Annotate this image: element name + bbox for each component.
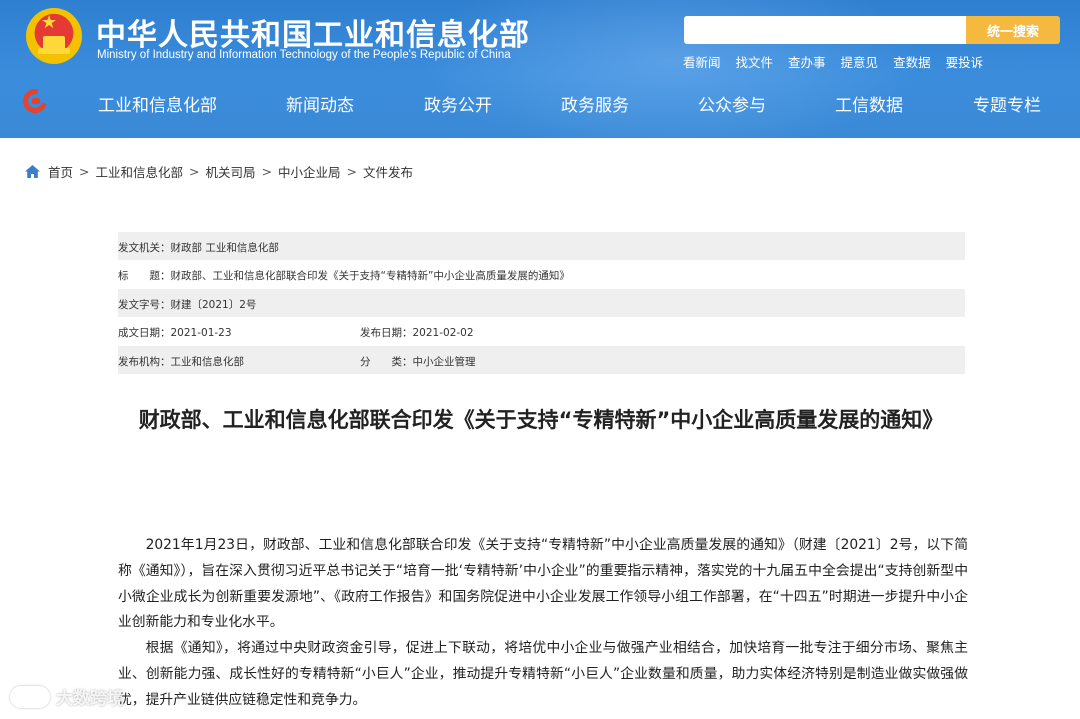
quick-link-data[interactable]: 查数据	[893, 52, 931, 71]
miit-logo-dot	[32, 98, 40, 104]
watermark-text: 大数跨境	[56, 689, 124, 709]
meta-date-published: 发布日期：2021-02-02	[360, 327, 474, 340]
breadcrumb: 首页 > 工业和信息化部 > 机关司局 > 中小企业局 > 文件发布	[25, 162, 413, 181]
meta-row-dates: 成文日期：2021-01-23 发布日期：2021-02-02	[118, 317, 965, 345]
article-title: 财政部、工业和信息化部联合印发《关于支持“专精特新”中小企业高质量发展的通知》	[138, 408, 944, 432]
breadcrumb-sme-bureau[interactable]: 中小企业局	[278, 162, 341, 181]
quick-links: 看新闻 找文件 查办事 提意见 查数据 要投诉	[683, 52, 983, 71]
nav-item-data[interactable]: 工信数据	[835, 91, 903, 116]
search-button[interactable]: 统一搜索	[966, 16, 1060, 44]
breadcrumb-documents[interactable]: 文件发布	[363, 162, 413, 181]
article-paragraph: 2021年1月23日，财政部、工业和信息化部联合印发《关于支持“专精特新”中小企…	[118, 537, 968, 631]
meta-row-doc-no: 发文字号：财建〔2021〕2号	[118, 288, 965, 318]
breadcrumb-departments[interactable]: 机关司局	[206, 162, 256, 181]
document-meta-table: 发文机关：财政部 工业和信息化部 标 题：财政部、工业和信息化部联合印发《关于支…	[118, 232, 965, 374]
nav-item-topics[interactable]: 专题专栏	[973, 91, 1041, 116]
meta-issuer: 发文机关：财政部 工业和信息化部	[118, 242, 279, 254]
quick-link-feedback[interactable]: 提意见	[841, 52, 879, 71]
meta-category: 分 类：中小企业管理	[360, 355, 476, 368]
quick-link-services[interactable]: 查办事	[788, 52, 826, 71]
article-paragraph: 根据《通知》，将通过中央财政资金引导，促进上下联动，将培优中小企业与做强产业相结…	[118, 640, 968, 708]
meta-row-issuer: 发文机关：财政部 工业和信息化部	[118, 232, 965, 261]
quick-link-news[interactable]: 看新闻	[683, 52, 721, 71]
meta-publisher: 发布机构：工业和信息化部	[118, 355, 244, 368]
breadcrumb-separator: >	[79, 164, 90, 179]
article-body: 2021年1月23日，财政部、工业和信息化部联合印发《关于支持“专精特新”中小企…	[118, 533, 968, 714]
watermark: 大数跨境	[10, 684, 124, 709]
breadcrumb-separator: >	[189, 164, 200, 179]
nav-item-gov-affairs[interactable]: 政务公开	[424, 91, 492, 116]
watermark-logo-icon	[10, 685, 50, 708]
site-subtitle: Ministry of Industry and Information Tec…	[97, 49, 511, 61]
breadcrumb-separator: >	[346, 164, 357, 179]
nav-item-gov-services[interactable]: 政务服务	[561, 91, 629, 116]
nav-item-news[interactable]: 新闻动态	[286, 91, 354, 116]
main-nav: 工业和信息化部 新闻动态 政务公开 政务服务 公众参与 工信数据 专题专栏	[0, 84, 1080, 120]
breadcrumb-ministry[interactable]: 工业和信息化部	[96, 162, 184, 181]
nav-item-public[interactable]: 公众参与	[698, 91, 766, 116]
meta-date-written: 成文日期：2021-01-23	[118, 327, 232, 340]
search-input[interactable]	[684, 16, 966, 44]
site-header: ★ 中华人民共和国工业和信息化部 Ministry of Industry an…	[0, 0, 1080, 138]
nav-item-ministry[interactable]: 工业和信息化部	[98, 91, 217, 116]
home-icon[interactable]	[25, 165, 40, 178]
breadcrumb-separator: >	[261, 164, 272, 179]
national-emblem-icon[interactable]: ★	[26, 8, 82, 64]
breadcrumb-home[interactable]: 首页	[48, 162, 73, 181]
site-title[interactable]: 中华人民共和国工业和信息化部	[96, 10, 530, 54]
meta-row-publisher: 发布机构：工业和信息化部 分 类：中小企业管理	[118, 345, 965, 374]
quick-link-complaint[interactable]: 要投诉	[946, 52, 984, 71]
meta-row-title: 标 题：财政部、工业和信息化部联合印发《关于支持“专精特新”中小企业高质量发展的…	[118, 260, 965, 288]
meta-doc-no: 发文字号：财建〔2021〕2号	[118, 298, 257, 311]
meta-title: 标 题：财政部、工业和信息化部联合印发《关于支持“专精特新”中小企业高质量发展的…	[118, 270, 570, 283]
quick-link-files[interactable]: 找文件	[736, 52, 774, 71]
